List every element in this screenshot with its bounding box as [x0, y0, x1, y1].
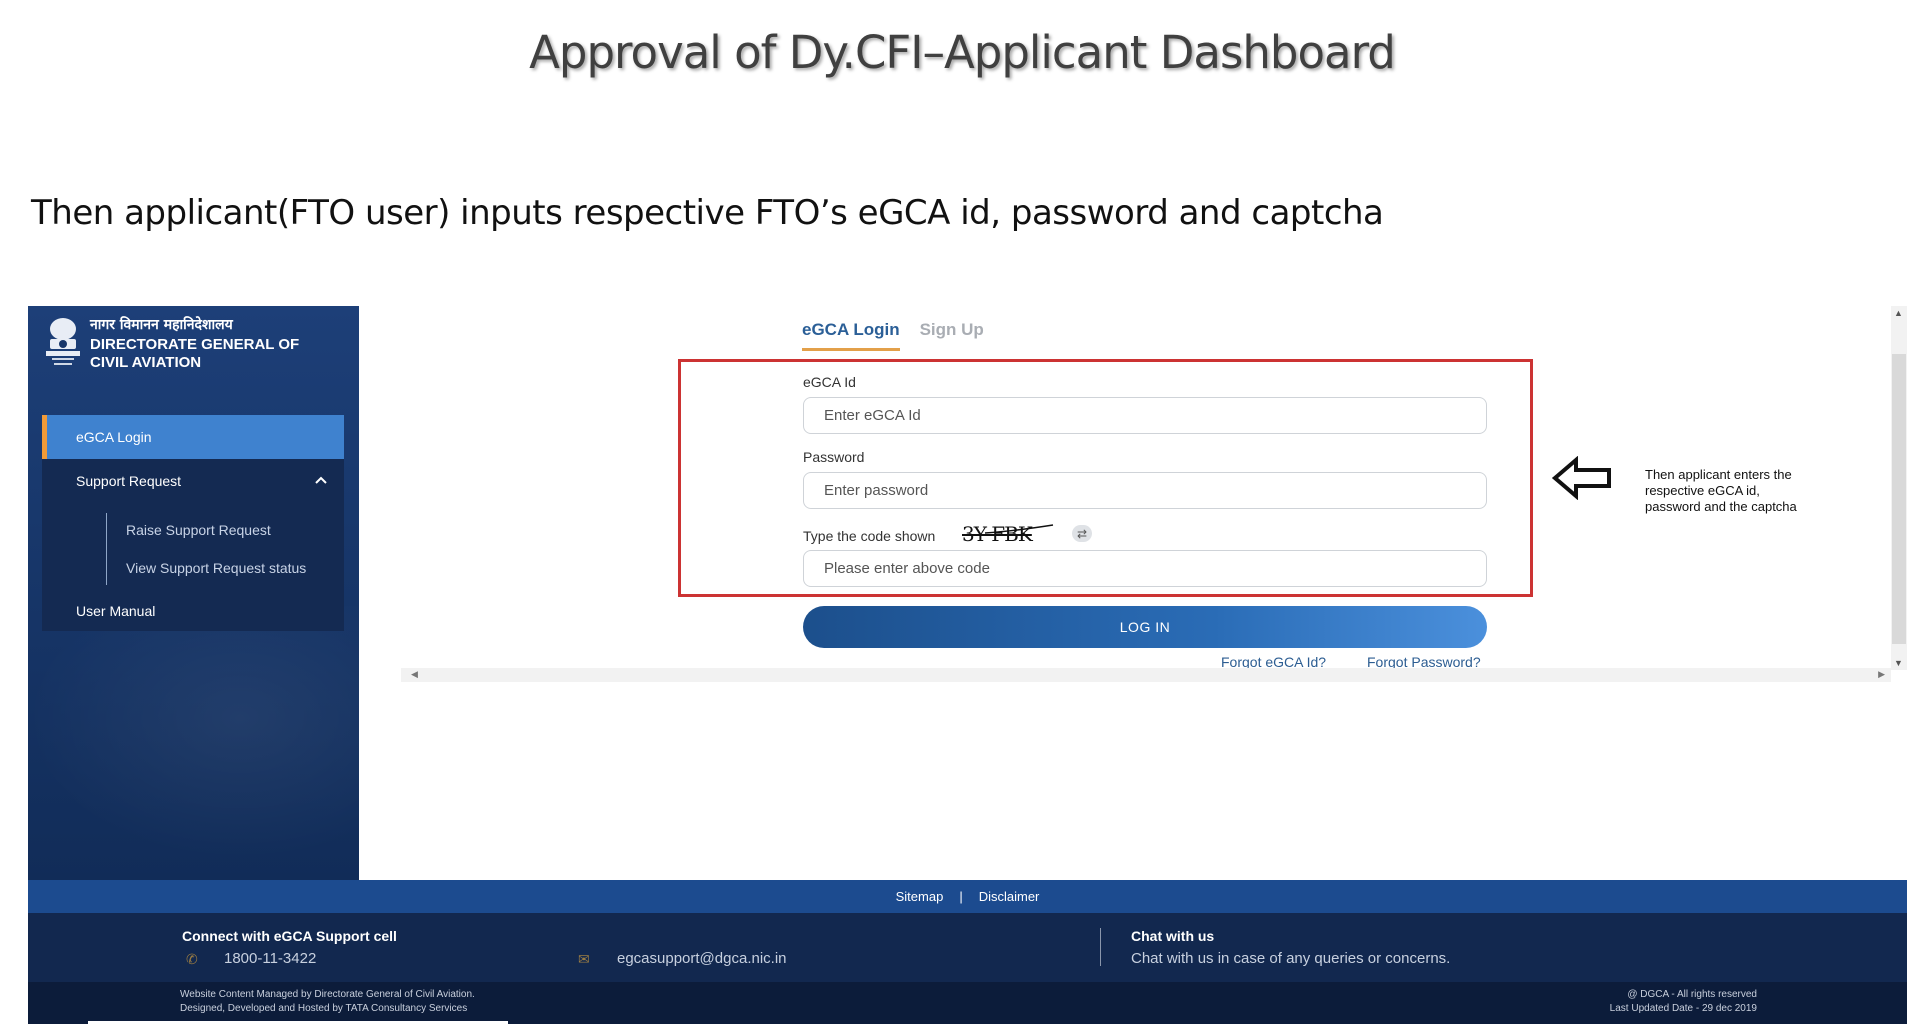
sidebar-subitem-view-status[interactable]: View Support Request status	[42, 549, 344, 587]
egca-id-input[interactable]	[803, 397, 1487, 434]
chat-heading[interactable]: Chat with us	[1131, 928, 1214, 944]
phone-icon: ✆	[186, 951, 198, 967]
scroll-left-icon[interactable]: ◀	[411, 669, 418, 680]
org-name-hindi: नागर विमानन महानिदेशालय	[90, 317, 233, 333]
submenu-guide-line	[106, 513, 107, 585]
horizontal-scrollbar[interactable]: ◀ ▶	[401, 668, 1891, 682]
tab-sign-up[interactable]: Sign Up	[920, 320, 984, 351]
scroll-right-icon[interactable]: ▶	[1878, 669, 1885, 680]
org-name-line2: CIVIL AVIATION	[90, 354, 202, 371]
password-label: Password	[803, 449, 865, 465]
sidebar-item-user-manual[interactable]: User Manual	[42, 591, 344, 631]
chevron-up-icon[interactable]	[314, 473, 328, 487]
sidebar-item-label: Support Request	[76, 473, 182, 489]
callout-text: Then applicant enters the respective eGC…	[1645, 467, 1797, 514]
captcha-noise-line	[985, 524, 1054, 534]
captcha-label: Type the code shown	[803, 528, 936, 544]
scroll-down-icon[interactable]: ▼	[1894, 658, 1903, 668]
sidebar-menu: eGCA Login Support Request Raise Support…	[42, 415, 344, 631]
vertical-scrollbar[interactable]: ▲ ▼	[1891, 306, 1907, 670]
support-heading: Connect with eGCA Support cell	[182, 928, 397, 944]
sidebar-subitem-label: Raise Support Request	[126, 522, 271, 538]
left-arrow-icon	[1552, 456, 1611, 500]
login-tabs: eGCA Login Sign Up	[802, 320, 984, 351]
managed-by-text: Website Content Managed by Directorate G…	[180, 989, 475, 1000]
rights-text: @ DGCA - All rights reserved	[1627, 989, 1757, 1000]
sidebar-item-support-request[interactable]: Support Request	[42, 459, 344, 503]
footer-bottom: Website Content Managed by Directorate G…	[28, 982, 1907, 1024]
support-phone[interactable]: 1800-11-3422	[224, 950, 316, 967]
footer-links-bar: Sitemap | Disclaimer	[28, 880, 1907, 913]
email-icon: ✉	[578, 951, 590, 967]
egca-id-label: eGCA Id	[803, 374, 856, 390]
footer-contact: Connect with eGCA Support cell ✆ 1800-11…	[28, 913, 1907, 982]
support-email[interactable]: egcasupport@dgca.nic.in	[617, 950, 787, 967]
designed-by-text: Designed, Developed and Hosted by TATA C…	[180, 1003, 468, 1014]
support-submenu: Raise Support Request View Support Reque…	[42, 503, 344, 591]
footer-divider: |	[959, 889, 963, 904]
captcha-refresh-icon[interactable]: ⇄	[1072, 525, 1092, 542]
sitemap-link[interactable]: Sitemap	[896, 889, 944, 904]
tab-egca-login[interactable]: eGCA Login	[802, 320, 900, 351]
scroll-up-icon[interactable]: ▲	[1894, 308, 1903, 318]
slide-subtitle: Then applicant(FTO user) inputs respecti…	[31, 193, 1384, 233]
sidebar-item-label: User Manual	[76, 603, 156, 619]
org-name-line1: DIRECTORATE GENERAL OF	[90, 336, 300, 353]
dgca-logo[interactable]: नागर विमानन महानिदेशालय DIRECTORATE GENE…	[42, 315, 299, 373]
captcha-input[interactable]	[803, 550, 1487, 587]
login-button[interactable]: LOG IN	[803, 606, 1487, 648]
sidebar-item-label: eGCA Login	[76, 429, 152, 445]
sidebar-subitem-label: View Support Request status	[126, 560, 307, 576]
bottom-scroll-indicator	[88, 1021, 508, 1025]
footer-vertical-divider	[1100, 928, 1101, 966]
chat-text: Chat with us in case of any queries or c…	[1131, 950, 1451, 967]
sidebar-background-texture	[28, 606, 359, 884]
sidebar-item-egca-login[interactable]: eGCA Login	[42, 415, 344, 459]
sidebar: नागर विमानन महानिदेशालय DIRECTORATE GENE…	[28, 306, 359, 884]
scrollbar-thumb[interactable]	[1892, 354, 1906, 644]
sidebar-subitem-raise-support[interactable]: Raise Support Request	[42, 511, 344, 549]
disclaimer-link[interactable]: Disclaimer	[979, 889, 1040, 904]
slide-title: Approval of Dy.CFI–Applicant Dashboard	[529, 26, 1396, 79]
password-input[interactable]	[803, 472, 1487, 509]
national-emblem-icon	[46, 318, 80, 365]
last-updated-text: Last Updated Date - 29 dec 2019	[1609, 1003, 1757, 1014]
